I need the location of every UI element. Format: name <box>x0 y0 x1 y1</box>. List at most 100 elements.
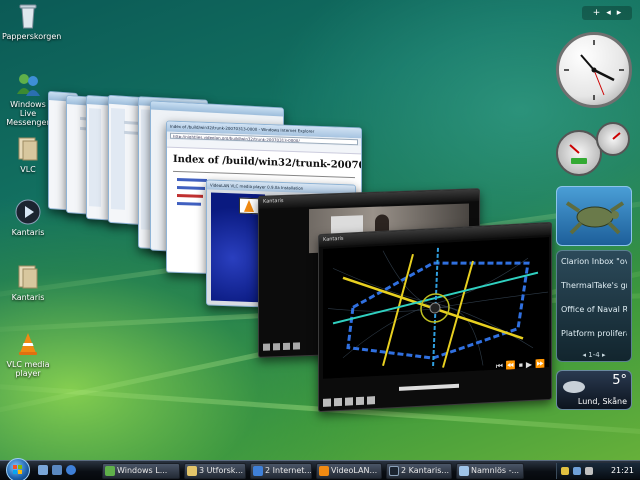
taskbar: Windows L... 3 Utforsk... 2 Internet... … <box>0 458 640 480</box>
feed-item[interactable]: Clarion Inbox "over... <box>561 257 627 273</box>
tray-app-icon[interactable] <box>561 467 569 475</box>
taskbar-button-label: 3 Utforsk... <box>199 466 244 475</box>
window-titlebar <box>151 101 283 117</box>
player-controls <box>323 396 375 407</box>
list-row <box>124 130 139 135</box>
folder-icon <box>187 466 197 476</box>
settings-icon[interactable] <box>273 343 280 351</box>
folder-icon <box>14 263 42 291</box>
desktop-icon-label: Papperskorgen <box>2 32 62 41</box>
feed-pager: ◂ 1-4 ▸ <box>557 351 631 359</box>
cloud-icon <box>563 381 585 393</box>
sidebar-prev-icon[interactable]: ◂ <box>606 8 611 18</box>
folder-icon <box>14 135 42 163</box>
windows-logo-icon <box>13 465 22 474</box>
taskbar-button-videolan[interactable]: VideoLAN... <box>316 463 382 479</box>
desktop-icon-vlc-folder[interactable]: VLC <box>2 135 54 174</box>
sidebar-next-icon[interactable]: ▸ <box>617 8 622 18</box>
seek-bar[interactable] <box>399 383 459 391</box>
taskbar-button-internet-explorer[interactable]: 2 Internet... <box>250 463 312 479</box>
recycle-bin-icon <box>14 2 42 30</box>
previous-icon[interactable]: ⏮ <box>496 361 503 371</box>
play-icon[interactable]: ▶ <box>526 360 532 370</box>
list-row <box>124 120 139 125</box>
cpu-meter-gadget[interactable] <box>556 122 632 178</box>
taskbar-button-label: Namnlös -... <box>471 466 520 475</box>
desktop-icon-messenger[interactable]: Windows Live Messenger <box>2 70 54 127</box>
eject-icon[interactable] <box>263 343 270 351</box>
stop-icon[interactable]: ⏹ <box>519 360 523 370</box>
taskbar-button-label: VideoLAN... <box>331 466 378 475</box>
messenger-icon <box>14 70 42 98</box>
file-link[interactable] <box>177 185 205 190</box>
clock-gadget[interactable] <box>556 32 632 108</box>
vlc-cone-icon <box>14 330 42 358</box>
desktop-icon-label: Windows Live Messenger <box>6 100 50 127</box>
desktop-icon-kantaris-app[interactable]: Kantaris <box>2 198 54 237</box>
feed-headlines-gadget[interactable]: Clarion Inbox "over... ThermalTake's gr.… <box>556 250 632 362</box>
clock-face-icon <box>564 40 624 100</box>
taskbar-button-kantaris[interactable]: 2 Kantaris... <box>386 463 452 479</box>
notification-area: 21:21 <box>556 463 640 479</box>
notepad-icon <box>459 466 469 476</box>
fullscreen-icon[interactable] <box>345 397 353 406</box>
add-gadget-icon[interactable]: + <box>593 8 601 18</box>
transport-controls: ⏮ ⏪ ⏹ ▶ ⏩ <box>496 359 545 372</box>
switch-windows-icon[interactable] <box>52 465 62 475</box>
file-link[interactable] <box>177 177 207 183</box>
file-link[interactable] <box>177 193 203 198</box>
settings-icon[interactable] <box>334 397 342 407</box>
feed-next-icon[interactable]: ▸ <box>600 351 606 359</box>
navigation-pane <box>89 108 101 207</box>
taskbar-button-explorer[interactable]: 3 Utforsk... <box>184 463 246 479</box>
desktop-icon-kantaris-folder[interactable]: Kantaris <box>2 263 54 302</box>
sidebar-header: + ◂ ▸ <box>582 6 632 20</box>
desktop-icon-label: Kantaris <box>11 293 45 302</box>
flip-window-kantaris-front[interactable]: Kantaris ⏮ ⏪ ⏹ ▶ ⏩ <box>318 221 552 413</box>
weather-location: Lund, Skåne <box>577 397 627 406</box>
player-controls <box>263 342 300 351</box>
desktop-icon-label: Kantaris <box>11 228 45 237</box>
kantaris-play-icon <box>14 198 42 226</box>
quick-launch <box>38 465 76 475</box>
info-icon[interactable] <box>356 396 364 406</box>
weather-temperature: 5° <box>612 373 627 388</box>
slideshow-gadget[interactable] <box>556 186 632 246</box>
navigation-pane <box>111 107 125 210</box>
volume-icon[interactable] <box>585 467 593 475</box>
messenger-icon <box>105 466 115 476</box>
rewind-icon[interactable]: ⏪ <box>506 361 516 372</box>
weather-gadget[interactable]: 5° Lund, Skåne <box>556 370 632 410</box>
feed-page-label: 1-4 <box>588 351 600 359</box>
internet-explorer-icon[interactable] <box>66 465 76 475</box>
playlist-icon[interactable] <box>367 396 375 405</box>
network-icon[interactable] <box>573 467 581 475</box>
eject-icon[interactable] <box>323 398 331 407</box>
start-button[interactable] <box>6 458 30 480</box>
taskbar-button-notepad[interactable]: Namnlös -... <box>456 463 524 479</box>
desktop-icon-recycle-bin[interactable]: Papperskorgen <box>2 2 62 41</box>
vlc-cone-icon <box>319 466 329 476</box>
internet-explorer-icon <box>253 466 263 476</box>
feed-item[interactable]: Platform proliferat... <box>561 329 627 345</box>
vlc-logo-icon <box>239 197 259 215</box>
memory-dial-icon <box>596 122 630 156</box>
turtle-photo-icon <box>565 201 625 235</box>
forward-icon[interactable]: ⏩ <box>535 359 545 370</box>
desktop-icon-label: VLC <box>20 165 36 174</box>
show-desktop-icon[interactable] <box>38 465 48 475</box>
desktop-icon-vlc-player[interactable]: VLC media player <box>2 330 54 378</box>
taskbar-clock[interactable]: 21:21 <box>611 466 634 475</box>
desktop-icon-label: VLC media player <box>6 360 50 378</box>
info-icon[interactable] <box>293 342 300 350</box>
fullscreen-icon[interactable] <box>283 342 290 351</box>
kantaris-play-icon <box>389 466 399 476</box>
taskbar-button-messenger[interactable]: Windows L... <box>102 463 180 479</box>
file-link[interactable] <box>177 201 201 206</box>
taskbar-button-label: Windows L... <box>117 466 168 475</box>
feed-item[interactable]: ThermalTake's gr... <box>561 281 627 297</box>
taskbar-button-label: 2 Kantaris... <box>401 466 450 475</box>
feed-item[interactable]: Office of Naval Re... <box>561 305 627 321</box>
video-visualization <box>323 237 549 379</box>
taskbar-button-label: 2 Internet... <box>265 466 312 475</box>
